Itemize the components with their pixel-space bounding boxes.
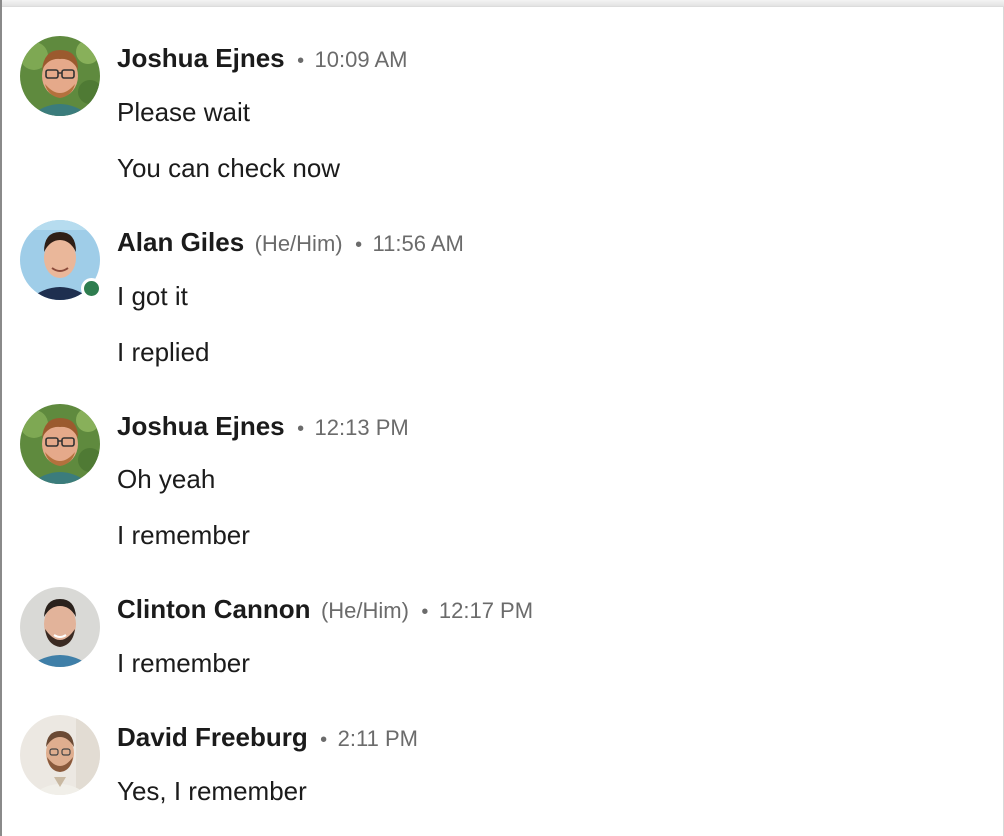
sender-pronouns: (He/Him) (254, 231, 343, 256)
person-avatar-beard-icon (20, 715, 100, 795)
message-text: I remember (117, 520, 250, 550)
message-time: 12:17 PM (438, 598, 534, 623)
message-time: 11:56 AM (372, 231, 464, 256)
message-header: Clinton Cannon (He/Him) • 12:17 PM (117, 589, 533, 629)
avatar-clinton-cannon[interactable] (20, 587, 100, 667)
message-time: 12:13 PM (314, 415, 409, 440)
message-text: I got it (117, 281, 188, 311)
message-header: David Freeburg • 2:11 PM (117, 717, 418, 757)
avatar-joshua-ejnes[interactable] (20, 36, 100, 116)
message-text: Yes, I remember (117, 776, 307, 806)
message-header: Alan Giles (He/Him) • 11:56 AM (117, 222, 464, 262)
person-avatar-glasses-icon (20, 404, 100, 484)
separator-dot: • (297, 50, 305, 72)
sender-name[interactable]: Joshua Ejnes (117, 43, 285, 73)
message-text: I remember (117, 648, 250, 678)
messaging-thread-panel: Joshua Ejnes • 10:09 AM Please wait You … (0, 0, 1004, 836)
avatar-david-freeburg[interactable] (20, 715, 100, 795)
separator-dot: • (297, 418, 305, 440)
separator-dot: • (421, 601, 429, 623)
online-status-indicator (81, 278, 102, 299)
top-divider (2, 0, 1004, 7)
message-text: Please wait (117, 97, 250, 127)
message-header: Joshua Ejnes • 10:09 AM (117, 38, 408, 78)
message-time: 2:11 PM (337, 726, 418, 751)
sender-name[interactable]: Joshua Ejnes (117, 411, 285, 441)
avatar-joshua-ejnes[interactable] (20, 404, 100, 484)
sender-name[interactable]: Alan Giles (117, 227, 244, 257)
message-time: 10:09 AM (314, 47, 408, 72)
person-avatar-glasses-icon (20, 36, 100, 116)
sender-pronouns: (He/Him) (320, 598, 409, 623)
person-avatar-beard-icon (20, 587, 100, 667)
message-text: You can check now (117, 153, 341, 183)
avatar-alan-giles[interactable] (20, 220, 102, 300)
separator-dot: • (355, 234, 363, 256)
sender-name[interactable]: Clinton Cannon (117, 594, 311, 624)
message-text: Oh yeah (117, 464, 216, 494)
message-text: I replied (117, 337, 210, 367)
separator-dot: • (320, 729, 328, 751)
message-header: Joshua Ejnes • 12:13 PM (117, 406, 409, 446)
sender-name[interactable]: David Freeburg (117, 722, 308, 752)
